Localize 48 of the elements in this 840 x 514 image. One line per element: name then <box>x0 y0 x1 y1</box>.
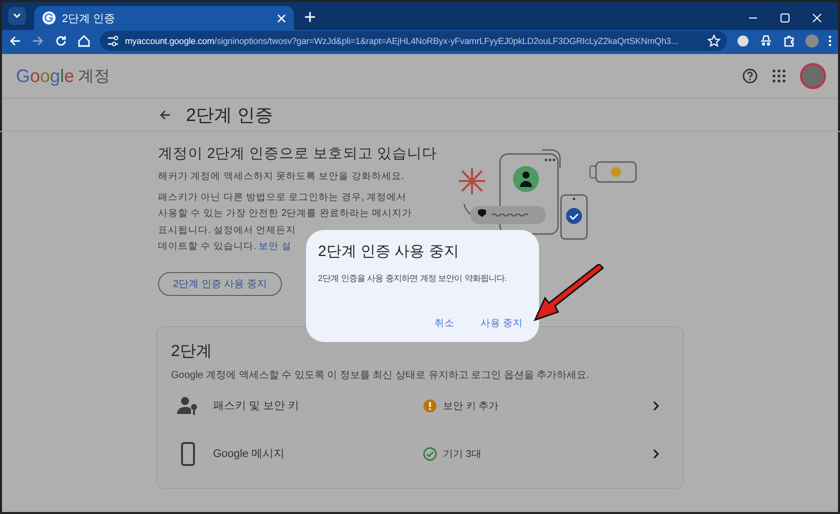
card-description: Google 계정에 액세스할 수 있도록 이 정보를 최신 상태로 유지하고 로그인 옵션을 추가하세요. <box>171 368 590 382</box>
warning-icon <box>423 398 437 412</box>
option-status: 기기 3대 <box>443 448 482 460</box>
home-icon[interactable] <box>77 34 91 48</box>
option-row[interactable]: 패스키 및 보안 키 보안 키 추가 <box>171 382 669 430</box>
google-logo[interactable]: Google <box>16 66 74 86</box>
dialog-title: 2단계 인증 사용 중지 <box>318 242 460 261</box>
chevron-down-icon <box>13 13 21 19</box>
page-title: 2단계 인증 <box>186 104 274 127</box>
google-favicon-icon <box>42 11 56 25</box>
card-title: 2단계 <box>171 342 213 362</box>
person-key-icon <box>177 396 199 416</box>
back-arrow-icon[interactable] <box>158 108 172 122</box>
apps-grid-icon[interactable] <box>772 69 786 83</box>
intro-text: 해커가 계정에 액세스하지 못하도록 보안을 강화하세요. <box>158 170 404 184</box>
close-icon[interactable] <box>277 14 286 22</box>
description-text: 데이트할 수 있습니다. 보안 설 <box>158 240 292 254</box>
dialog-button[interactable]: 취소 <box>430 315 458 332</box>
site-settings-icon[interactable] <box>106 34 120 48</box>
dialog-message: 2단계 인증을 사용 중지하면 계정 보안이 약화됩니다. <box>318 273 508 284</box>
turn-off-button[interactable]: 2단계 인증 사용 중지 <box>158 272 282 296</box>
option-row[interactable]: Google 메시지 기기 3대 <box>171 430 669 478</box>
maximize-icon[interactable] <box>780 13 790 23</box>
extensions-icon[interactable] <box>782 34 796 48</box>
menu-icon[interactable] <box>828 34 832 48</box>
check-circle-icon <box>423 446 437 460</box>
description-text: 패스키가 아닌 다른 방법으로 로그인하는 경우, 계정에서 <box>158 190 407 204</box>
option-status: 보안 키 추가 <box>443 400 499 412</box>
help-icon[interactable] <box>742 68 758 84</box>
back-arrow-icon[interactable] <box>8 34 22 48</box>
description-text: 사용할 수 있는 가장 안전한 2단계를 완료하라는 메시지가 <box>158 207 412 221</box>
product-name: 계정 <box>78 66 110 86</box>
close-icon[interactable] <box>812 13 822 23</box>
option-label: Google 메시지 <box>213 447 286 461</box>
reload-icon[interactable] <box>54 34 68 48</box>
tab-search-button[interactable] <box>8 7 26 25</box>
new-tab-icon[interactable] <box>302 9 318 25</box>
dialog-button[interactable]: 사용 중지 <box>476 315 527 332</box>
description-text: 표시됩니다. 설정에서 언제든지 <box>158 224 296 238</box>
address-bar[interactable]: myaccount.google.com/signinoptions/twosv?gar=WzJd&pli=1&rapt=AEjHL4NoRByx-yFvamrLFyyEJ0pkLD2ouLF3DGRIcLyZ2kaQrtSKNmQh3... <box>100 31 727 51</box>
security-settings-link[interactable]: 보안 설 <box>258 241 292 252</box>
option-label: 패스키 및 보안 키 <box>213 399 300 413</box>
forward-arrow-icon[interactable] <box>31 34 45 48</box>
account-avatar[interactable] <box>800 63 826 89</box>
section-heading: 계정이 2단계 인증으로 보호되고 있습니다 <box>158 145 438 163</box>
browser-tab[interactable]: 2단계 인증 <box>34 6 294 30</box>
star-icon[interactable] <box>707 34 721 48</box>
incognito-icon[interactable] <box>759 34 773 48</box>
